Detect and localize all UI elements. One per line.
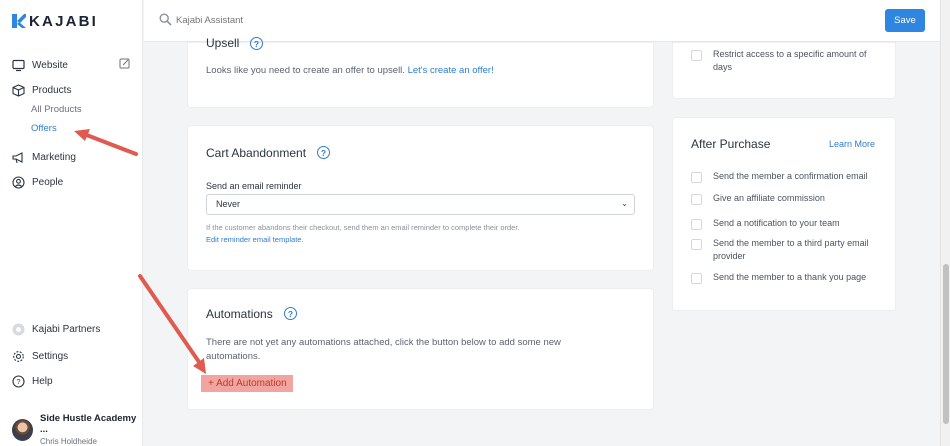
sidebar-item-label: Kajabi Partners bbox=[32, 324, 101, 335]
upsell-card: Upsell ? Looks like you need to create a… bbox=[188, 36, 653, 107]
upsell-title: Upsell bbox=[206, 36, 240, 50]
save-button[interactable]: Save bbox=[885, 9, 925, 32]
affiliate-commission-checkbox[interactable] bbox=[691, 194, 702, 205]
site-name: Side Hustle Academy ... bbox=[40, 413, 137, 435]
account-menu[interactable]: Side Hustle Academy ... Chris Holdheide bbox=[12, 413, 142, 446]
sidebar-item-label: Products bbox=[32, 85, 72, 96]
learn-more-link[interactable]: Learn More bbox=[829, 139, 875, 149]
email-reminder-label: Send an email reminder bbox=[206, 181, 302, 191]
reminder-help-text: If the customer abandons their checkout,… bbox=[206, 223, 520, 232]
scrollbar-thumb[interactable] bbox=[943, 264, 949, 424]
edit-reminder-template-link[interactable]: Edit reminder email template. bbox=[206, 235, 304, 244]
create-offer-link[interactable]: Let's create an offer! bbox=[408, 65, 494, 76]
megaphone-icon bbox=[12, 151, 25, 164]
question-icon: ? bbox=[12, 375, 25, 388]
logo-text: KAJABI bbox=[29, 12, 99, 30]
kajabi-logo-icon bbox=[12, 14, 26, 28]
checkbox-label: Give an affiliate commission bbox=[713, 193, 825, 203]
sidebar-item-label: Website bbox=[32, 60, 68, 71]
monitor-icon bbox=[12, 59, 25, 72]
sidebar: KAJABI Website Products All Products Off… bbox=[0, 0, 143, 446]
sidebar-item-settings[interactable]: Settings bbox=[12, 350, 68, 363]
top-bar: Save bbox=[144, 0, 940, 42]
restrict-days-label: Restrict access to a specific amount of … bbox=[713, 49, 867, 72]
partners-icon bbox=[12, 323, 25, 336]
add-automation-button[interactable]: + Add Automation bbox=[201, 375, 293, 392]
search-icon bbox=[159, 13, 172, 26]
checkbox-label: Send the member a confirmation email bbox=[713, 171, 868, 181]
after-purchase-card: After Purchase Learn More Send the membe… bbox=[673, 118, 895, 310]
confirmation-email-checkbox[interactable] bbox=[691, 172, 702, 183]
sidebar-item-website[interactable]: Website bbox=[12, 59, 68, 72]
sidebar-item-products[interactable]: Products bbox=[12, 84, 71, 97]
thank-you-page-checkbox[interactable] bbox=[691, 273, 702, 284]
external-link-icon[interactable] bbox=[119, 58, 130, 69]
sidebar-item-marketing[interactable]: Marketing bbox=[12, 151, 76, 164]
user-circle-icon bbox=[12, 176, 25, 189]
email-reminder-select[interactable]: Never ⌄ bbox=[206, 194, 635, 215]
help-icon[interactable]: ? bbox=[250, 37, 263, 50]
sidebar-item-label: People bbox=[32, 177, 64, 188]
chevron-down-icon: ⌄ bbox=[621, 199, 628, 208]
cart-abandonment-card: Cart Abandonment ? Send an email reminde… bbox=[188, 126, 653, 270]
sidebar-item-label: Marketing bbox=[32, 152, 76, 163]
svg-text:?: ? bbox=[16, 377, 20, 386]
checkbox-label: Send the member to a third party email p… bbox=[713, 238, 869, 261]
kajabi-logo[interactable]: KAJABI bbox=[12, 12, 98, 30]
select-value: Never bbox=[216, 199, 241, 209]
third-party-email-checkbox[interactable] bbox=[691, 239, 702, 250]
automations-empty-text: There are not yet any automations attach… bbox=[206, 337, 561, 362]
checkbox-label: Send the member to a thank you page bbox=[713, 272, 867, 282]
user-name: Chris Holdheide bbox=[40, 437, 97, 446]
sidebar-item-help[interactable]: ? Help bbox=[12, 375, 53, 388]
restrict-days-checkbox[interactable] bbox=[691, 50, 702, 61]
sidebar-item-kajabi-partners[interactable]: Kajabi Partners bbox=[12, 323, 100, 336]
sidebar-item-label: Settings bbox=[32, 351, 69, 362]
sidebar-item-all-products[interactable]: All Products bbox=[31, 104, 82, 115]
search-input[interactable] bbox=[176, 11, 476, 29]
box-icon bbox=[12, 84, 25, 97]
sidebar-item-offers[interactable]: Offers bbox=[31, 123, 57, 134]
gear-icon bbox=[12, 350, 25, 363]
avatar bbox=[12, 418, 33, 441]
team-notification-checkbox[interactable] bbox=[691, 219, 702, 230]
sidebar-item-people[interactable]: People bbox=[12, 176, 63, 189]
checkbox-label: Send a notification to your team bbox=[713, 218, 840, 228]
scrollbar[interactable] bbox=[940, 0, 950, 446]
help-icon[interactable]: ? bbox=[284, 307, 297, 320]
after-purchase-title: After Purchase bbox=[691, 137, 771, 151]
upsell-message: Looks like you need to create an offer t… bbox=[206, 65, 494, 76]
automations-title: Automations bbox=[206, 307, 273, 321]
access-card: Restrict access to a specific amount of … bbox=[673, 43, 895, 98]
help-icon[interactable]: ? bbox=[317, 146, 330, 159]
sidebar-item-label: Help bbox=[32, 376, 53, 387]
cart-abandonment-title: Cart Abandonment bbox=[206, 146, 307, 160]
